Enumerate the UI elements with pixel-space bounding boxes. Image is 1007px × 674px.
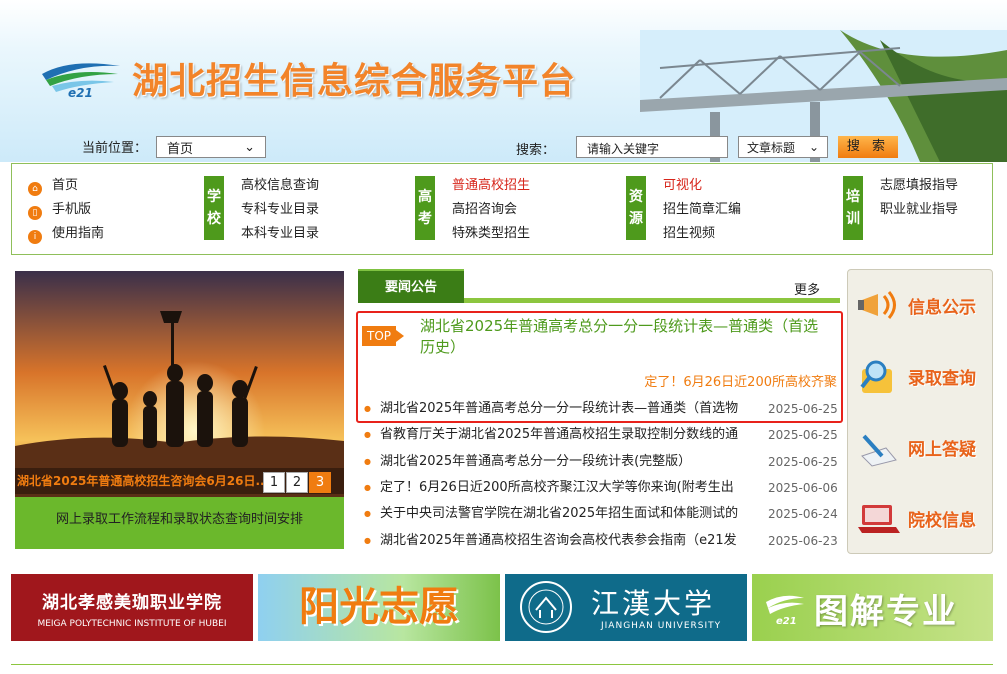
svg-text:e21: e21 (776, 616, 797, 626)
nav-visualization[interactable]: 可视化 (663, 174, 741, 198)
magnifier-folder-icon (860, 360, 892, 393)
nav-col-general: ⌂ 首页 ▯ 手机版 i 使用指南 (28, 174, 104, 246)
nav-general-admission[interactable]: 普通高校招生 (452, 174, 530, 198)
search-category-value: 文章标题 (747, 140, 796, 155)
nav-col-exam: 普通高校招生 高招咨询会 特殊类型招生 (452, 174, 530, 246)
location-label: 当前位置： (82, 141, 148, 156)
bullet-icon: ● (364, 430, 371, 440)
ad-sunshine-title: 阳光志愿 (299, 584, 459, 630)
section-divider (11, 664, 993, 674)
list-item[interactable]: ● 湖北省2025年普通高考总分一分一段统计表(完整版） 2025-06-25 (364, 449, 840, 475)
nav-guide[interactable]: i 使用指南 (28, 222, 104, 246)
slide-link[interactable]: 网上录取工作流程和录取状态查询时间安排 (15, 497, 344, 549)
list-item[interactable]: ● 关于中央司法警官学院在湖北省2025年招生面试和体能测试的 2025-06-24 (364, 501, 840, 527)
tab-announcements[interactable]: 要闻公告 (358, 269, 464, 303)
ad-meiga-college[interactable]: 湖北孝感美珈职业学院 MEIGA POLYTECHNIC INSTITUTE O… (11, 574, 253, 641)
ad-meiga-title: 湖北孝感美珈职业学院 (42, 593, 222, 613)
news-panel: 要闻公告 更多 TOP 湖北省2025年普通高考总分一分一段统计表—普通类（首选… (356, 269, 843, 554)
nav-col-resource: 可视化 招生简章汇编 招生视频 (663, 174, 741, 246)
note-pen-icon (861, 434, 897, 467)
search-category-select[interactable]: 文章标题 ⌄ (738, 136, 828, 158)
location-select-value: 首页 (167, 141, 194, 157)
chevron-down-icon: ⌄ (808, 140, 819, 154)
ad-jianghan-university[interactable]: 江漢大学 JIANGHAN UNIVERSITY (505, 574, 747, 641)
nav-career-guide[interactable]: 职业就业指导 (880, 198, 958, 222)
bullet-icon: ● (364, 483, 371, 493)
tab-divider (464, 298, 840, 303)
mobile-icon: ▯ (28, 206, 42, 220)
nav-application-guide[interactable]: 志愿填报指导 (880, 174, 958, 198)
more-link[interactable]: 更多 (794, 279, 820, 298)
nav-junior-majors[interactable]: 专科专业目录 (241, 198, 319, 222)
quick-link-college-info[interactable]: 院校信息 (848, 483, 994, 553)
top-news-subtitle[interactable]: 定了！6月26日近200所高校齐聚 (644, 371, 837, 390)
nav-badge-resource: 资源 (626, 176, 646, 240)
top-news-title[interactable]: 湖北省2025年普通高考总分一分一段统计表—普通类（首选历史） (420, 316, 820, 358)
nav-badge-training: 培训 (843, 176, 863, 240)
ad-sunshine-volunteer[interactable]: 阳光志愿 (258, 574, 500, 641)
nav-brochures[interactable]: 招生简章汇编 (663, 198, 741, 222)
main-nav: ⌂ 首页 ▯ 手机版 i 使用指南 学校 高校信息查询 专科专业目录 本科专业目录 高… (11, 163, 993, 255)
top-badge: TOP (362, 326, 404, 346)
bullet-icon: ● (364, 535, 371, 545)
nav-home[interactable]: ⌂ 首页 (28, 174, 104, 198)
nav-consult-fair[interactable]: 高招咨询会 (452, 198, 530, 222)
nav-col-school: 高校信息查询 专科专业目录 本科专业目录 (241, 174, 319, 246)
slider-page-3[interactable]: 3 (309, 472, 331, 493)
info-icon: i (28, 230, 42, 244)
header-banner: e21 湖北招生信息综合服务平台 当前位置： 首页 ⌄ 搜索： 请输入关键字 文… (0, 0, 1007, 162)
e21-logo: e21 (42, 63, 120, 98)
list-item[interactable]: ● 湖北省2025年普通高校招生咨询会高校代表参会指南（e21发 2025-06-2… (364, 527, 840, 553)
quick-links: 信息公示 录取查询 网上答疑 院校信息 (847, 269, 993, 554)
image-slider: 湖北省2025年普通高校招生咨询会6月26日... 1 2 3 网上录取工作流程… (15, 271, 344, 549)
ad-majors-title: 图解专业 (814, 592, 958, 632)
quick-link-admission-query[interactable]: 录取查询 (848, 341, 994, 411)
ad-meiga-subtitle: MEIGA POLYTECHNIC INSTITUTE OF HUBEI (37, 619, 227, 629)
chevron-down-icon: ⌄ (244, 139, 255, 155)
laptop-icon (858, 505, 900, 533)
news-list: ● 湖北省2025年普通高考总分一分一段统计表—普通类（首选物 2025-06-25… (364, 396, 840, 554)
nav-videos[interactable]: 招生视频 (663, 222, 741, 246)
nav-mobile[interactable]: ▯ 手机版 (28, 198, 104, 222)
nav-col-training: 志愿填报指导 职业就业指导 (880, 174, 958, 222)
quick-link-online-qa[interactable]: 网上答疑 (848, 412, 994, 482)
e21-logo: e21 (766, 595, 804, 626)
ad-jianghan-title: 江漢大学 (591, 587, 716, 620)
bullet-icon: ● (364, 456, 371, 466)
quick-link-info-publicity[interactable]: 信息公示 (848, 270, 994, 340)
slider-page-1[interactable]: 1 (263, 472, 285, 493)
svg-text:e21: e21 (68, 86, 93, 98)
jianghan-seal-icon (520, 581, 572, 633)
nav-college-search[interactable]: 高校信息查询 (241, 174, 319, 198)
list-item[interactable]: ● 湖北省2025年普通高考总分一分一段统计表—普通类（首选物 2025-06-25 (364, 396, 840, 422)
list-item[interactable]: ● 定了！6月26日近200所高校齐聚江汉大学等你来询(附考生出 2025-06-0… (364, 475, 840, 501)
home-icon: ⌂ (28, 182, 42, 196)
bullet-icon: ● (364, 404, 371, 414)
list-item[interactable]: ● 省教育厅关于湖北省2025年普通高校招生录取控制分数线的通 2025-06-25 (364, 422, 840, 448)
bullet-icon: ● (364, 509, 371, 519)
megaphone-icon (858, 291, 896, 319)
ad-jianghan-subtitle: JIANGHAN UNIVERSITY (601, 621, 722, 631)
sunset-graduates-image (15, 271, 344, 497)
search-input[interactable]: 请输入关键字 (576, 136, 728, 158)
nav-bachelor-majors[interactable]: 本科专业目录 (241, 222, 319, 246)
slider-page-2[interactable]: 2 (286, 472, 308, 493)
search-button[interactable]: 搜 索 (838, 136, 898, 158)
nav-badge-school: 学校 (204, 176, 224, 240)
site-title: 湖北招生信息综合服务平台 (132, 61, 577, 102)
nav-badge-exam: 高考 (415, 176, 435, 240)
search-label: 搜索： (516, 143, 556, 158)
nav-special-admission[interactable]: 特殊类型招生 (452, 222, 530, 246)
location-select[interactable]: 首页 ⌄ (156, 136, 266, 158)
ad-illustrated-majors[interactable]: e21 图解专业 (752, 574, 993, 641)
slide-image[interactable] (15, 271, 344, 497)
